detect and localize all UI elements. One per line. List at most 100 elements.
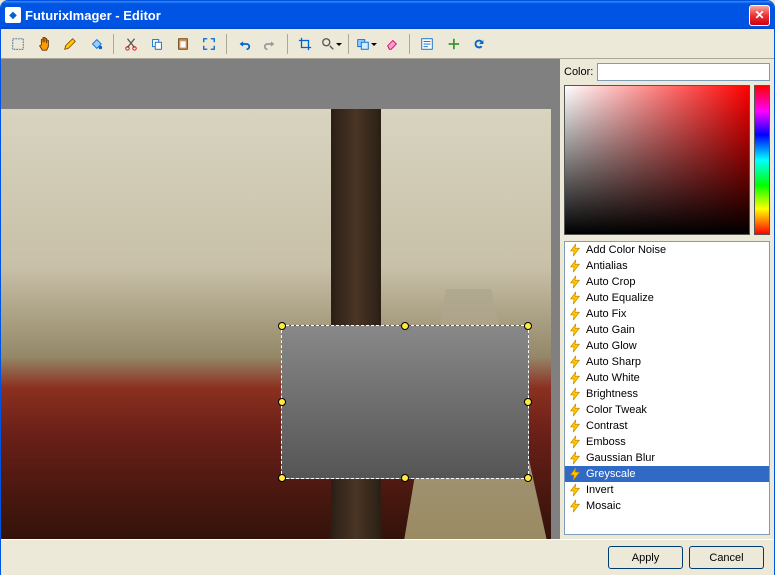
filter-label: Auto Fix: [586, 308, 626, 320]
filter-label: Add Color Noise: [586, 244, 666, 256]
toolbar-separator: [113, 34, 114, 54]
filter-label: Mosaic: [586, 500, 621, 512]
canvas-area[interactable]: [1, 59, 560, 539]
filter-item[interactable]: Auto Gain: [565, 322, 769, 338]
selection-handle[interactable]: [401, 474, 409, 482]
bolt-icon: [568, 403, 582, 417]
pencil-tool-icon[interactable]: [59, 33, 81, 55]
filter-item[interactable]: Auto Glow: [565, 338, 769, 354]
bolt-icon: [568, 291, 582, 305]
selection-handle[interactable]: [524, 398, 532, 406]
filter-label: Auto White: [586, 372, 640, 384]
toolbar-separator: [226, 34, 227, 54]
crop-icon[interactable]: [294, 33, 316, 55]
copy-icon[interactable]: [146, 33, 168, 55]
filter-item[interactable]: Add Color Noise: [565, 242, 769, 258]
add-icon[interactable]: [442, 33, 464, 55]
layers-dropdown-icon[interactable]: [355, 33, 377, 55]
eraser-icon[interactable]: [381, 33, 403, 55]
bolt-icon: [568, 259, 582, 273]
filter-label: Brightness: [586, 388, 638, 400]
titlebar: ◆ FuturixImager - Editor ✕: [1, 1, 774, 29]
selection-tool-icon[interactable]: [7, 33, 29, 55]
properties-icon[interactable]: [416, 33, 438, 55]
paste-icon[interactable]: [172, 33, 194, 55]
filter-label: Greyscale: [586, 468, 636, 480]
color-row: Color:: [564, 63, 770, 81]
hue-slider[interactable]: [754, 85, 770, 235]
bolt-icon: [568, 275, 582, 289]
filter-label: Auto Gain: [586, 324, 635, 336]
filter-label: Auto Sharp: [586, 356, 641, 368]
filter-list[interactable]: Add Color Noise Antialias Auto Crop Auto Eq…: [564, 241, 770, 535]
filter-label: Emboss: [586, 436, 626, 448]
cancel-button[interactable]: Cancel: [689, 546, 764, 569]
fit-icon[interactable]: [198, 33, 220, 55]
bolt-icon: [568, 483, 582, 497]
bolt-icon: [568, 499, 582, 513]
footer: Apply Cancel: [1, 539, 774, 575]
color-picker: [564, 85, 770, 235]
selection-handle[interactable]: [278, 322, 286, 330]
bucket-tool-icon[interactable]: [85, 33, 107, 55]
bolt-icon: [568, 355, 582, 369]
selection-handle[interactable]: [278, 474, 286, 482]
color-label: Color:: [564, 66, 593, 78]
bolt-icon: [568, 435, 582, 449]
filter-label: Auto Glow: [586, 340, 637, 352]
redo-icon[interactable]: [259, 33, 281, 55]
close-button[interactable]: ✕: [749, 5, 770, 26]
filter-item[interactable]: Auto Sharp: [565, 354, 769, 370]
filter-item[interactable]: Greyscale: [565, 466, 769, 482]
filter-label: Auto Crop: [586, 276, 636, 288]
hand-tool-icon[interactable]: [33, 33, 55, 55]
apply-button[interactable]: Apply: [608, 546, 683, 569]
filter-item[interactable]: Invert: [565, 482, 769, 498]
selection-handle[interactable]: [401, 322, 409, 330]
selection-rectangle[interactable]: [281, 325, 529, 479]
filter-label: Auto Equalize: [586, 292, 654, 304]
bolt-icon: [568, 339, 582, 353]
color-swatch[interactable]: [597, 63, 770, 81]
toolbar: [1, 29, 774, 59]
bolt-icon: [568, 419, 582, 433]
filter-label: Invert: [586, 484, 614, 496]
filter-label: Contrast: [586, 420, 628, 432]
selection-handle[interactable]: [524, 322, 532, 330]
selection-handle[interactable]: [278, 398, 286, 406]
toolbar-separator: [287, 34, 288, 54]
toolbar-separator: [348, 34, 349, 54]
bolt-icon: [568, 387, 582, 401]
filter-label: Gaussian Blur: [586, 452, 655, 464]
bolt-icon: [568, 451, 582, 465]
app-icon: ◆: [5, 7, 21, 23]
filter-item[interactable]: Auto Fix: [565, 306, 769, 322]
filter-item[interactable]: Color Tweak: [565, 402, 769, 418]
filter-item[interactable]: Mosaic: [565, 498, 769, 514]
window-title: FuturixImager - Editor: [25, 8, 749, 23]
content-area: Color: Add Color Noise Antialias Auto Crop…: [1, 59, 774, 539]
selection-handle[interactable]: [524, 474, 532, 482]
filter-item[interactable]: Contrast: [565, 418, 769, 434]
saturation-value-picker[interactable]: [564, 85, 750, 235]
refresh-icon[interactable]: [468, 33, 490, 55]
toolbar-separator: [409, 34, 410, 54]
filter-label: Color Tweak: [586, 404, 647, 416]
right-panel: Color: Add Color Noise Antialias Auto Crop…: [560, 59, 774, 539]
bolt-icon: [568, 323, 582, 337]
bolt-icon: [568, 371, 582, 385]
filter-item[interactable]: Emboss: [565, 434, 769, 450]
bolt-icon: [568, 243, 582, 257]
filter-item[interactable]: Auto Equalize: [565, 290, 769, 306]
filter-item[interactable]: Antialias: [565, 258, 769, 274]
bolt-icon: [568, 467, 582, 481]
filter-item[interactable]: Auto Crop: [565, 274, 769, 290]
zoom-dropdown-icon[interactable]: [320, 33, 342, 55]
bolt-icon: [568, 307, 582, 321]
filter-label: Antialias: [586, 260, 628, 272]
filter-item[interactable]: Brightness: [565, 386, 769, 402]
filter-item[interactable]: Auto White: [565, 370, 769, 386]
cut-icon[interactable]: [120, 33, 142, 55]
undo-icon[interactable]: [233, 33, 255, 55]
filter-item[interactable]: Gaussian Blur: [565, 450, 769, 466]
